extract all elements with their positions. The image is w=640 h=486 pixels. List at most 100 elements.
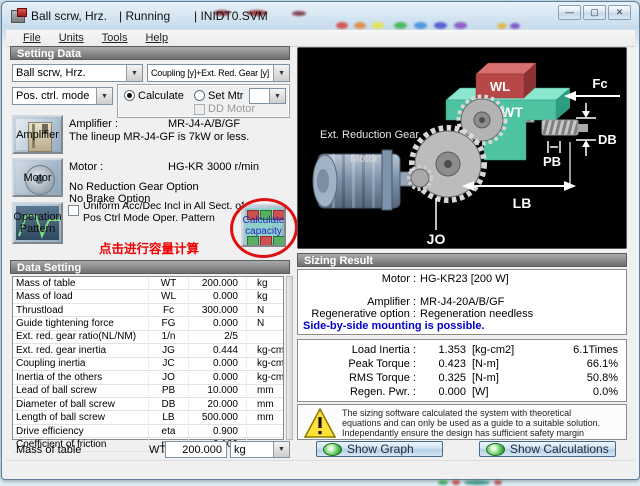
metric-unit: [W]: [466, 386, 542, 398]
metric-row: Peak Torque :0.423[N-m]66.1%: [298, 357, 626, 371]
metric-row: Regen. Pwr. :0.000[W]0.0%: [298, 385, 626, 399]
control-mode-dropdown[interactable]: Pos. ctrl. mode ▼: [12, 87, 113, 105]
menu-help[interactable]: Help: [136, 31, 177, 45]
editor-label: Mass of table: [16, 444, 81, 456]
row-symbol: JG: [149, 345, 189, 356]
row-unit: kg: [247, 291, 283, 302]
table-scrollbar[interactable]: [286, 276, 293, 440]
calculate-capacity-line2: capacity: [245, 226, 282, 237]
show-graph-button[interactable]: Show Graph: [316, 441, 443, 457]
diagram-pb-label: PB: [543, 154, 561, 169]
row-symbol: LB: [149, 412, 189, 423]
editor-unit-value: kg: [234, 444, 246, 456]
diagram-jo-label: JO: [427, 231, 446, 247]
editor-unit-dropdown[interactable]: kg ▼: [230, 441, 290, 458]
minimize-button[interactable]: —: [558, 5, 581, 20]
motor-speed-value: 3000 r/min: [207, 161, 259, 173]
row-unit: mm: [247, 385, 283, 396]
calculate-capacity-line1: Calculate: [243, 215, 285, 226]
row-symbol: FG: [149, 318, 189, 329]
row-symbol: PB: [149, 385, 189, 396]
motor-note-reduction: No Reduction Gear Option: [69, 181, 199, 193]
row-symbol: DB: [149, 399, 189, 410]
close-button[interactable]: ✕: [608, 5, 631, 20]
table-row[interactable]: ThrustloadFc300.000N: [13, 304, 283, 317]
table-row[interactable]: Mass of tableWT200.000kg: [13, 277, 283, 290]
table-row[interactable]: Guide tightening forceFG0.000N: [13, 317, 283, 330]
row-name: Guide tightening force: [13, 318, 149, 329]
app-icon: [11, 8, 26, 22]
wallpaper-dot: [434, 22, 447, 29]
maximize-button[interactable]: ▢: [583, 5, 606, 20]
sizing-result-metrics: Load Inertia :1.353[kg-cm2]6.1Times Peak…: [297, 339, 627, 402]
motor-label: Motor :: [69, 161, 103, 173]
annotation-chinese-text: 点击进行容量计算: [99, 238, 199, 257]
motor-model-dropdown[interactable]: ▼: [249, 88, 286, 104]
amplifier-button-label: Amplifier: [16, 129, 59, 141]
motor-button[interactable]: Motor: [12, 158, 63, 197]
amplifier-note: The lineup MR-J4-GF is 7kW or less.: [69, 131, 249, 143]
dd-motor-checkbox[interactable]: [194, 104, 205, 115]
table-row[interactable]: Diameter of ball screwDB20.000mm: [13, 398, 283, 411]
metric-value: 1.353: [416, 344, 466, 356]
uniform-accdec-checkbox[interactable]: [68, 205, 79, 216]
uniform-accdec-label-line1: Uniform Acc/Dec Incl in All Sect. of: [83, 200, 244, 212]
menu-units[interactable]: Units: [50, 31, 93, 45]
wallpaper-dot: [292, 11, 306, 16]
amplifier-button[interactable]: Amplifier: [12, 115, 63, 154]
metric-label: Peak Torque :: [298, 358, 416, 370]
table-row[interactable]: Coupling inertiaJC0.000kg-cm2: [13, 358, 283, 371]
row-symbol: Fc: [149, 305, 189, 316]
control-mode-dropdown-value: Pos. ctrl. mode: [16, 90, 89, 102]
dd-motor-checkbox-label: DD Motor: [208, 103, 255, 115]
menu-bar: File Units Tools Help: [6, 30, 635, 47]
row-value: 500.000: [189, 412, 247, 423]
mechanism-dropdown[interactable]: Ball scrw, Hrz. ▼: [12, 64, 143, 82]
table-row[interactable]: Inertia of the othersJO0.000kg-cm2: [13, 371, 283, 384]
row-value: 200.000: [189, 278, 247, 289]
row-value: 300.000: [189, 305, 247, 316]
row-name: Drive efficiency: [13, 426, 149, 437]
chevron-down-icon[interactable]: ▼: [273, 65, 289, 81]
row-unit: N: [247, 318, 283, 329]
table-row[interactable]: Mass of loadWL0.000kg: [13, 290, 283, 303]
editor-value-input[interactable]: [165, 441, 227, 458]
calculate-radio[interactable]: [124, 90, 135, 101]
chevron-down-icon: ▼: [269, 89, 285, 103]
row-value: 0.000: [189, 358, 247, 369]
set-mtr-radio[interactable]: [194, 90, 205, 101]
row-symbol: eta: [149, 426, 189, 437]
setting-data-header: Setting Data: [10, 46, 290, 60]
menu-tools[interactable]: Tools: [93, 31, 137, 45]
result-regen-value: Regeneration needless: [416, 308, 533, 320]
chevron-down-icon[interactable]: ▼: [273, 442, 289, 457]
row-name: Mass of table: [13, 278, 149, 289]
table-row[interactable]: Drive efficiencyeta0.900: [13, 425, 283, 438]
set-mtr-radio-label: Set Mtr: [208, 90, 243, 102]
desktop-blob: [464, 480, 490, 485]
table-row[interactable]: Lead of ball screwPB10.000mm: [13, 385, 283, 398]
transfer-mechanism-dropdown[interactable]: Coupling [y]+Ext. Red. Gear [y] ▼: [147, 64, 290, 82]
chevron-down-icon[interactable]: ▼: [96, 88, 112, 104]
title-bar[interactable]: Ball scrw, Hrz. | Running | INIDT0.SVM —…: [2, 2, 639, 29]
desktop-blob: [438, 480, 448, 485]
transfer-mechanism-dropdown-value: Coupling [y]+Ext. Red. Gear [y]: [151, 68, 269, 78]
metric-value: 0.325: [416, 372, 466, 384]
menu-file[interactable]: File: [14, 31, 50, 45]
wallpaper-dot: [414, 22, 427, 29]
operation-pattern-button[interactable]: Operation Pattern: [12, 202, 63, 244]
row-value: 0.444: [189, 345, 247, 356]
metric-ratio: 0.0%: [542, 386, 626, 398]
metric-ratio: 50.8%: [542, 372, 626, 384]
row-value: 0.000: [189, 318, 247, 329]
diagram-db-label: DB: [598, 132, 617, 147]
motor-model-value: HG-KR: [168, 161, 203, 173]
chevron-down-icon[interactable]: ▼: [126, 65, 142, 81]
show-calculations-button[interactable]: Show Calculations: [479, 441, 616, 457]
table-row[interactable]: Ext. red. gear inertiaJG0.444kg-cm2: [13, 344, 283, 357]
table-row[interactable]: Length of ball screwLB500.000mm: [13, 411, 283, 424]
motor-button-label: Motor: [23, 172, 51, 184]
window-title: Ball scrw, Hrz.: [31, 9, 107, 23]
table-row[interactable]: Ext. red. gear ratio(NL/NM)1/n2/5: [13, 331, 283, 344]
row-symbol: WL: [149, 291, 189, 302]
